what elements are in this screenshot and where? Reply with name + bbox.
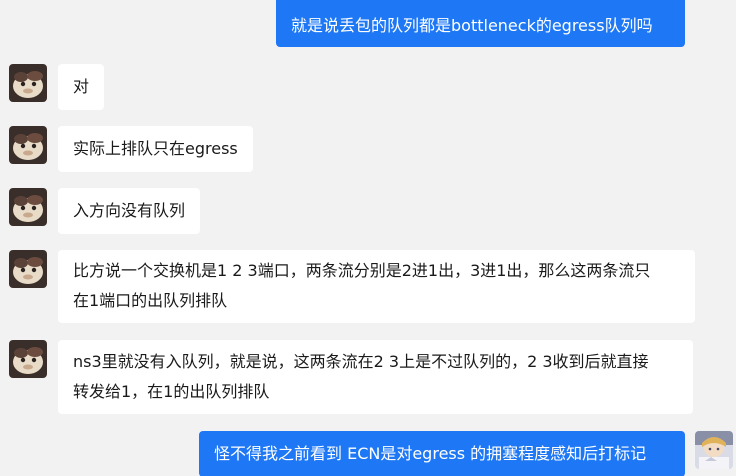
message-text-line: 比方说一个交换机是1 2 3端口，两条流分别是2进1出，3进1出，那么这两条流只 xyxy=(73,261,651,280)
contact-avatar-image xyxy=(9,340,47,378)
contact-avatar[interactable] xyxy=(9,250,47,288)
message-text: 对 xyxy=(73,77,90,96)
contact-avatar[interactable] xyxy=(9,126,47,164)
message-text: 就是说丢包的队列都是bottleneck的egress队列吗 xyxy=(291,16,653,35)
outgoing-message-bubble[interactable]: 怪不得我之前看到 ECN是对egress 的拥塞程度感知后打标记 xyxy=(199,431,685,476)
contact-avatar[interactable] xyxy=(9,188,47,226)
contact-avatar[interactable] xyxy=(9,340,47,378)
message-text-line: 在1端口的出队列排队 xyxy=(73,291,228,310)
contact-avatar[interactable] xyxy=(9,64,47,102)
contact-avatar-image xyxy=(9,126,47,164)
message-text: 怪不得我之前看到 ECN是对egress 的拥塞程度感知后打标记 xyxy=(214,444,647,463)
incoming-message-bubble[interactable]: ns3里就没有入队列，就是说，这两条流在2 3上是不过队列的，2 3收到后就直接… xyxy=(58,340,693,414)
contact-avatar-image xyxy=(9,64,47,102)
outgoing-message-bubble[interactable]: 就是说丢包的队列都是bottleneck的egress队列吗 xyxy=(276,0,685,47)
contact-avatar-image xyxy=(9,250,47,288)
self-avatar[interactable] xyxy=(695,431,733,469)
message-text-line: ns3里就没有入队列，就是说，这两条流在2 3上是不过队列的，2 3收到后就直接 xyxy=(73,352,649,371)
incoming-message-bubble[interactable]: 实际上排队只在egress xyxy=(58,126,253,172)
message-text: 实际上排队只在egress xyxy=(73,139,238,158)
incoming-message-bubble[interactable]: 对 xyxy=(58,64,105,110)
contact-avatar-image xyxy=(9,188,47,226)
message-text: 入方向没有队列 xyxy=(73,201,186,220)
incoming-message-bubble[interactable]: 入方向没有队列 xyxy=(58,188,201,234)
incoming-message-bubble[interactable]: 比方说一个交换机是1 2 3端口，两条流分别是2进1出，3进1出，那么这两条流只… xyxy=(58,250,695,323)
message-text-line: 转发给1，在1的出队列排队 xyxy=(73,382,270,401)
chat-message-list: 就是说丢包的队列都是bottleneck的egress队列吗 对 实际上排队只在… xyxy=(0,0,736,476)
self-avatar-image xyxy=(695,431,733,469)
